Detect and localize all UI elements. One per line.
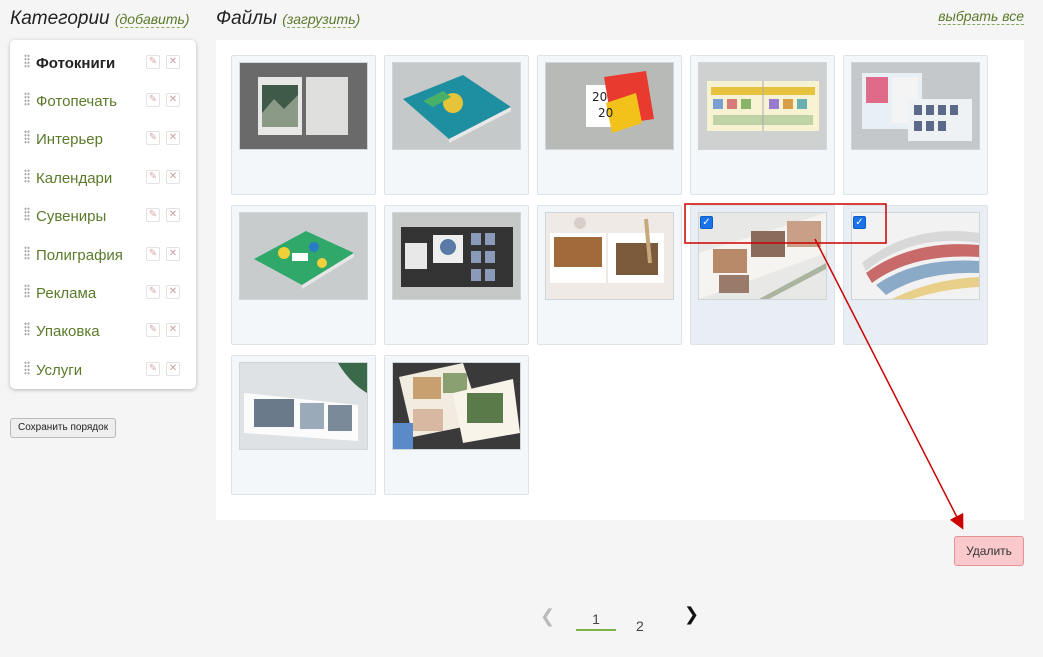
pencil-icon[interactable]: ✎ bbox=[146, 208, 160, 222]
category-item[interactable]: Упаковка ✎ ✕ bbox=[10, 311, 196, 349]
delete-button[interactable]: Удалить bbox=[954, 536, 1024, 566]
file-tile[interactable] bbox=[231, 355, 376, 495]
files-grid: 20 20 ✓ ✓ bbox=[216, 40, 1024, 520]
checkbox-checked-icon[interactable]: ✓ bbox=[853, 216, 866, 229]
drag-handle-icon[interactable] bbox=[24, 284, 30, 298]
file-tile[interactable] bbox=[537, 205, 682, 345]
file-thumbnail bbox=[239, 212, 368, 300]
file-thumbnail bbox=[698, 212, 827, 300]
close-icon[interactable]: ✕ bbox=[166, 247, 180, 261]
close-icon[interactable]: ✕ bbox=[166, 93, 180, 107]
close-icon[interactable]: ✕ bbox=[166, 323, 180, 337]
svg-text:20: 20 bbox=[592, 90, 607, 104]
upload-link[interactable]: загрузить bbox=[286, 11, 356, 28]
categories-heading: Категории (добавить) bbox=[10, 8, 190, 29]
pencil-icon[interactable]: ✎ bbox=[146, 55, 160, 69]
file-tile[interactable] bbox=[384, 55, 529, 195]
pencil-icon[interactable]: ✎ bbox=[146, 362, 160, 376]
file-thumbnail bbox=[392, 362, 521, 450]
pencil-icon[interactable]: ✎ bbox=[146, 131, 160, 145]
files-heading: Файлы (загрузить) bbox=[216, 8, 361, 29]
category-label[interactable]: Интерьер bbox=[36, 131, 103, 148]
file-thumbnail bbox=[851, 212, 980, 300]
file-tile[interactable] bbox=[231, 205, 376, 345]
drag-handle-icon[interactable] bbox=[24, 92, 30, 106]
category-label[interactable]: Сувениры bbox=[36, 208, 106, 225]
category-item[interactable]: Реклама ✎ ✕ bbox=[10, 273, 196, 311]
file-tile[interactable]: ✓ bbox=[690, 205, 835, 345]
file-tile[interactable] bbox=[843, 55, 988, 195]
chevron-right-icon[interactable]: ❯ bbox=[684, 604, 699, 625]
save-order-button[interactable]: Сохранить порядок bbox=[10, 418, 117, 438]
file-tile[interactable] bbox=[384, 205, 529, 345]
pencil-icon[interactable]: ✎ bbox=[146, 247, 160, 261]
category-label[interactable]: Полиграфия bbox=[36, 247, 123, 264]
drag-handle-icon[interactable] bbox=[24, 361, 30, 375]
close-icon[interactable]: ✕ bbox=[166, 55, 180, 69]
category-item[interactable]: Сувениры ✎ ✕ bbox=[10, 196, 196, 234]
category-item[interactable]: Полиграфия ✎ ✕ bbox=[10, 235, 196, 273]
category-item[interactable]: Услуги ✎ ✕ bbox=[10, 350, 196, 388]
file-thumbnail bbox=[392, 62, 521, 150]
files-title: Файлы bbox=[216, 8, 277, 29]
categories-title: Категории bbox=[10, 8, 110, 29]
category-label[interactable]: Фотокниги bbox=[36, 55, 115, 72]
svg-text:20: 20 bbox=[598, 106, 613, 120]
category-item[interactable]: Календари ✎ ✕ bbox=[10, 158, 196, 196]
drag-handle-icon[interactable] bbox=[24, 207, 30, 221]
select-all-link[interactable]: выбрать все bbox=[938, 8, 1024, 25]
close-icon[interactable]: ✕ bbox=[166, 131, 180, 145]
file-thumbnail bbox=[239, 362, 368, 450]
add-category-link[interactable]: добавить bbox=[119, 11, 185, 28]
file-thumbnail bbox=[545, 212, 674, 300]
drag-handle-icon[interactable] bbox=[24, 130, 30, 144]
file-thumbnail: 20 20 bbox=[545, 62, 674, 150]
close-icon[interactable]: ✕ bbox=[166, 208, 180, 222]
pencil-icon[interactable]: ✎ bbox=[146, 323, 160, 337]
file-tile[interactable] bbox=[690, 55, 835, 195]
file-tile[interactable]: 20 20 bbox=[537, 55, 682, 195]
category-label[interactable]: Календари bbox=[36, 170, 112, 187]
page-2[interactable]: 2 bbox=[636, 618, 644, 634]
drag-handle-icon[interactable] bbox=[24, 322, 30, 336]
category-item[interactable]: Фотокниги ✎ ✕ bbox=[10, 43, 196, 81]
close-icon[interactable]: ✕ bbox=[166, 362, 180, 376]
pencil-icon[interactable]: ✎ bbox=[146, 170, 160, 184]
pencil-icon[interactable]: ✎ bbox=[146, 93, 160, 107]
file-tile[interactable]: ✓ bbox=[843, 205, 988, 345]
file-thumbnail bbox=[698, 62, 827, 150]
drag-handle-icon[interactable] bbox=[24, 169, 30, 183]
file-thumbnail bbox=[851, 62, 980, 150]
category-label[interactable]: Реклама bbox=[36, 285, 96, 302]
close-icon[interactable]: ✕ bbox=[166, 285, 180, 299]
file-thumbnail bbox=[239, 62, 368, 150]
checkbox-checked-icon[interactable]: ✓ bbox=[700, 216, 713, 229]
pencil-icon[interactable]: ✎ bbox=[146, 285, 160, 299]
category-label[interactable]: Упаковка bbox=[36, 323, 100, 340]
category-item[interactable]: Интерьер ✎ ✕ bbox=[10, 119, 196, 157]
chevron-left-icon[interactable]: ❮ bbox=[540, 606, 555, 627]
drag-handle-icon[interactable] bbox=[24, 54, 30, 68]
category-label[interactable]: Фотопечать bbox=[36, 93, 117, 110]
category-item[interactable]: Фотопечать ✎ ✕ bbox=[10, 81, 196, 119]
file-thumbnail bbox=[392, 212, 521, 300]
drag-handle-icon[interactable] bbox=[24, 246, 30, 260]
page-1[interactable]: 1 bbox=[576, 612, 616, 631]
close-icon[interactable]: ✕ bbox=[166, 170, 180, 184]
file-tile[interactable] bbox=[231, 55, 376, 195]
file-tile[interactable] bbox=[384, 355, 529, 495]
category-list: Фотокниги ✎ ✕ Фотопечать ✎ ✕ Интерьер ✎ … bbox=[10, 40, 196, 389]
category-label[interactable]: Услуги bbox=[36, 362, 82, 379]
